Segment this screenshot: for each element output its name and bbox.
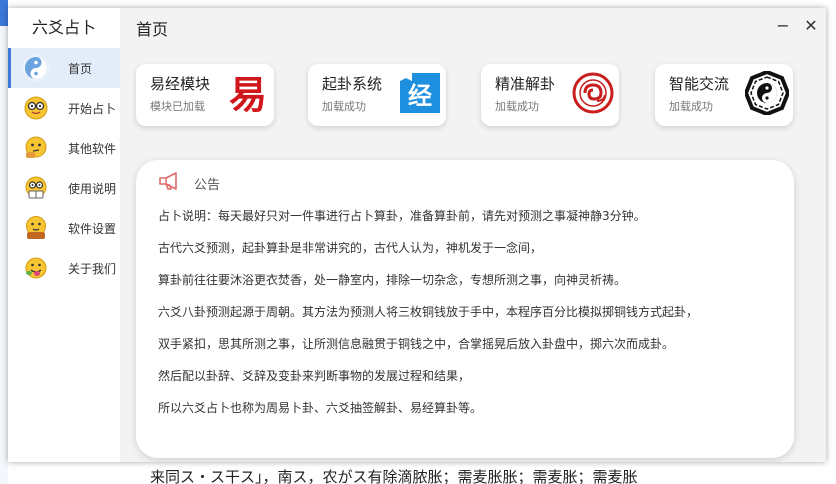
card-status: 加载成功 (322, 100, 366, 113)
card-divination-system[interactable]: 起卦系统 加载成功 经 (308, 64, 446, 126)
card-yijing-module[interactable]: 易经模块 模块已加载 易 (136, 64, 274, 126)
sidebar-item-label: 首页 (68, 61, 93, 76)
app-window: 六爻占卜 首页 开始占卜 其他软件 使用说明 软件设置 关于我们 首页 − ✕ … (8, 8, 826, 462)
notice-line: 双手紧扣，思其所测之事，让所测信息融贯于铜钱之中，合掌摇晃后放入卦盘中，掷六次而… (158, 337, 675, 351)
card-title: 精准解卦 (495, 75, 556, 93)
card-precise-interpretation[interactable]: 精准解卦 加载成功 (481, 64, 619, 126)
sidebar-item-label: 关于我们 (68, 261, 117, 276)
tongue-emoji-icon (22, 254, 50, 282)
desktop-background-right (826, 0, 836, 484)
sidebar-item-settings[interactable]: 软件设置 (8, 208, 120, 248)
swirl-circle-icon (571, 71, 615, 115)
sidebar-item-about-us[interactable]: 关于我们 (8, 248, 120, 288)
background-document-text: 来同ス・ス干ス」，南ス，农がス有除滴脓胀；需麦胀胀；需麦胀；需麦胀 (150, 462, 836, 484)
yi-glyph: 易 (229, 72, 267, 115)
reading-emoji-icon (22, 174, 50, 202)
module-cards: 易经模块 模块已加载 易 起卦系统 加载成功 经 精准解卦 加载成功 智能交流 … (136, 64, 810, 128)
bagua-icon (743, 69, 791, 117)
page-title: 首页 (136, 20, 169, 39)
sidebar-item-home[interactable]: 首页 (8, 48, 120, 88)
card-status: 加载成功 (669, 100, 713, 113)
notice-body: 占卜说明：每天最好只对一件事进行占卜算卦，准备算卦前，请先对预测之事凝神静3分钟… (158, 208, 778, 432)
sidebar-item-label: 开始占卜 (68, 101, 117, 116)
yi-character-icon: 易 (226, 71, 270, 117)
notice-line: 六爻八卦预测起源于周朝。其方法为预测人将三枚铜钱放于手中，本程序百分比模拟掷铜钱… (158, 305, 699, 319)
card-status: 模块已加载 (150, 100, 205, 113)
notice-line: 所以六爻占卜也称为周易卜卦、六爻抽签解卦、易经算卦等。 (158, 401, 483, 415)
jing-glyph: 经 (408, 82, 432, 110)
sidebar-item-label: 软件设置 (68, 221, 117, 236)
glasses-emoji-icon (22, 94, 50, 122)
main-content: 首页 − ✕ 易经模块 模块已加载 易 起卦系统 加载成功 经 精准解卦 加载成… (120, 8, 826, 462)
app-title: 六爻占卜 (31, 18, 96, 37)
sidebar-item-other-software[interactable]: 其他软件 (8, 128, 120, 168)
desktop-selection-fragment (0, 0, 8, 26)
notice-line: 然后配以卦辞、爻辞及变卦来判断事物的发展过程和结果， (158, 369, 471, 383)
card-title: 起卦系统 (322, 75, 383, 93)
minimize-button[interactable]: − (772, 14, 794, 36)
thinking-emoji-icon (22, 134, 50, 162)
yin-yang-icon (22, 54, 50, 82)
card-title: 智能交流 (669, 75, 730, 93)
notice-header: 公告 (158, 172, 220, 194)
settings-emoji-icon (22, 214, 50, 242)
card-status: 加载成功 (495, 100, 539, 113)
notice-panel: 公告 占卜说明：每天最好只对一件事进行占卜算卦，准备算卦前，请先对预测之事凝神静… (136, 160, 794, 458)
card-smart-chat[interactable]: 智能交流 加载成功 (655, 64, 793, 126)
notice-title: 公告 (194, 177, 221, 193)
sidebar-item-start-divination[interactable]: 开始占卜 (8, 88, 120, 128)
desktop-background-left (0, 0, 8, 484)
notice-line: 占卜说明：每天最好只对一件事进行占卜算卦，准备算卦前，请先对预测之事凝神静3分钟… (158, 209, 646, 223)
sidebar-item-label: 使用说明 (68, 181, 117, 196)
card-title: 易经模块 (150, 75, 211, 93)
sidebar-item-label: 其他软件 (68, 141, 117, 156)
sidebar-item-instructions[interactable]: 使用说明 (8, 168, 120, 208)
megaphone-icon (158, 171, 182, 195)
sidebar: 六爻占卜 首页 开始占卜 其他软件 使用说明 软件设置 关于我们 (8, 8, 120, 462)
notice-line: 算卦前往往要沐浴更衣焚香，处一静室内，排除一切杂念，专想所测之事，向神灵祈祷。 (158, 273, 627, 287)
notice-line: 古代六爻预测，起卦算卦是非常讲究的，古代人认为，神机发于一念间， (158, 241, 543, 255)
close-button[interactable]: ✕ (800, 14, 822, 36)
jing-book-icon: 经 (398, 71, 442, 115)
